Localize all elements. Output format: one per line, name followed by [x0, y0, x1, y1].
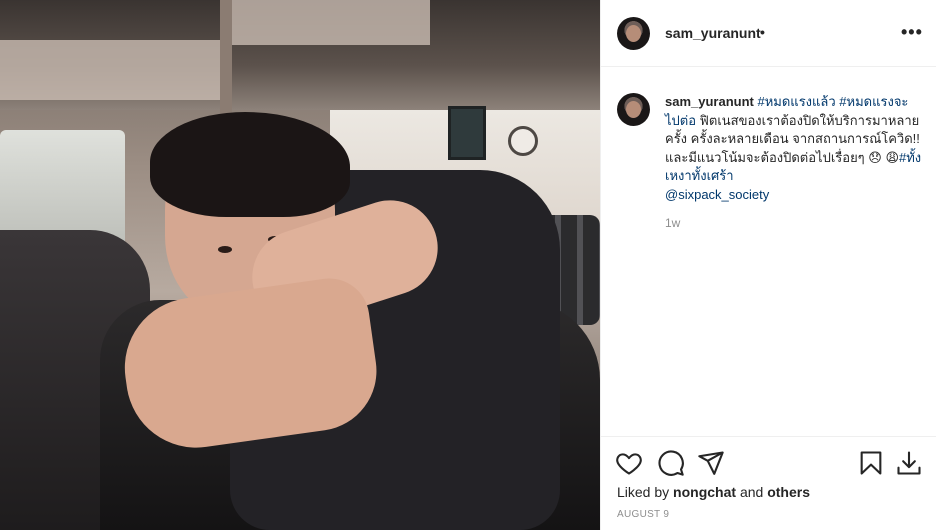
- post-header: sam_yuranunt • •••: [601, 0, 936, 67]
- post-actions: Liked by nongchat and others AUGUST 9: [601, 436, 936, 530]
- photo-ceiling-panel: [230, 0, 430, 45]
- share-icon[interactable]: [697, 449, 725, 477]
- comment-icon[interactable]: [657, 449, 685, 477]
- liked-by-user[interactable]: nongchat: [673, 484, 736, 500]
- mention-link[interactable]: @sixpack_society: [665, 187, 769, 202]
- photo-tv: [448, 106, 486, 160]
- post-date[interactable]: AUGUST 9: [617, 509, 669, 520]
- photo-clock: [508, 126, 538, 156]
- caption-text: ฟิตเนสของเราต้องปิดให้บริการมาหลายครั้ง …: [665, 112, 920, 165]
- more-options-icon[interactable]: •••: [901, 22, 923, 43]
- caption-author-username[interactable]: sam_yuranunt: [665, 94, 754, 109]
- hashtag-link[interactable]: #หมดแรงแล้ว: [758, 94, 836, 109]
- header-dot: •: [760, 24, 765, 40]
- photo-person-eye: [218, 246, 232, 253]
- likes-joiner: and: [739, 484, 764, 500]
- author-username[interactable]: sam_yuranunt: [665, 25, 761, 41]
- download-icon[interactable]: [895, 449, 923, 477]
- post-caption: sam_yuranunt #หมดแรงแล้ว #หมดแรงจะไปต่อ …: [665, 93, 923, 204]
- likes-summary: Liked by nongchat and others: [617, 484, 810, 500]
- caption-author-avatar[interactable]: [617, 93, 650, 126]
- post-side-panel: sam_yuranunt • ••• sam_yuranunt #หมดแรงแ…: [600, 0, 936, 530]
- heart-icon[interactable]: [615, 449, 643, 477]
- photo-ceiling-panel: [0, 40, 220, 100]
- caption-time-ago[interactable]: 1w: [665, 216, 680, 230]
- liked-by-others[interactable]: others: [767, 484, 810, 500]
- bookmark-icon[interactable]: [857, 449, 885, 477]
- post-photo[interactable]: [0, 0, 600, 530]
- photo-person-hair: [150, 112, 350, 217]
- author-avatar[interactable]: [617, 17, 650, 50]
- likes-prefix: Liked by: [617, 484, 670, 500]
